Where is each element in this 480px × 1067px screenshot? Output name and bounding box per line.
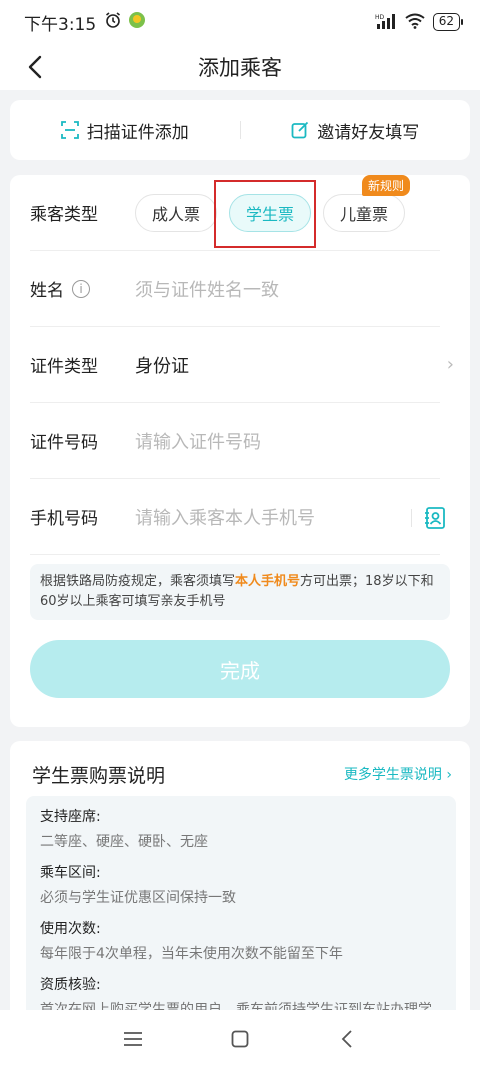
name-label-group: 姓名 i bbox=[30, 276, 135, 301]
scan-id-button[interactable]: 扫描证件添加 bbox=[10, 118, 240, 143]
nav-bar: 添加乘客 bbox=[0, 44, 480, 90]
id-type-value: 身份证 bbox=[135, 355, 189, 377]
status-time: 下午3:15 bbox=[24, 14, 97, 35]
app-notification-icon bbox=[128, 11, 146, 34]
invite-friend-label: 邀请好友填写 bbox=[317, 122, 420, 143]
menu-button[interactable] bbox=[113, 1019, 153, 1059]
contact-book-icon bbox=[425, 507, 445, 529]
id-number-row: 证件号码 请输入证件号码 bbox=[30, 403, 440, 479]
id-type-label: 证件类型 bbox=[30, 357, 98, 377]
annotation-highlight-box bbox=[214, 180, 316, 248]
name-row: 姓名 i 须与证件姓名一致 bbox=[30, 251, 440, 327]
more-link-label: 更多学生票说明 bbox=[343, 767, 442, 783]
page-title: 添加乘客 bbox=[198, 56, 282, 80]
id-type-row[interactable]: 证件类型 身份证 › bbox=[30, 327, 454, 403]
status-bar: 下午3:15 HD 62 bbox=[0, 0, 480, 44]
id-number-label: 证件号码 bbox=[30, 433, 98, 453]
rule-item: 乘车区间: 必须与学生证优惠区间保持一致 bbox=[40, 860, 442, 910]
submit-button[interactable]: 完成 bbox=[30, 640, 450, 698]
new-rule-badge: 新规则 bbox=[362, 174, 411, 196]
phone-notice: 根据铁路局防疫规定，乘客须填写本人手机号方可出票；18岁以下和60岁以上乘客可填… bbox=[30, 564, 450, 620]
rule-title: 支持座席: bbox=[40, 809, 101, 825]
rule-item: 支持座席: 二等座、硬座、硬卧、无座 bbox=[40, 804, 442, 854]
more-student-info-link[interactable]: 更多学生票说明 › bbox=[344, 764, 452, 784]
home-square-icon bbox=[231, 1030, 249, 1047]
quick-actions-card: 扫描证件添加 邀请好友填写 bbox=[10, 100, 470, 160]
phone-row: 手机号码 请输入乘客本人手机号 bbox=[30, 479, 445, 555]
menu-icon bbox=[124, 1031, 143, 1046]
system-nav-bar bbox=[0, 1010, 480, 1067]
phone-input[interactable]: 请输入乘客本人手机号 bbox=[135, 504, 315, 530]
ticket-type-label: 成人票 bbox=[152, 204, 201, 224]
scan-icon bbox=[60, 121, 79, 139]
phone-label: 手机号码 bbox=[30, 509, 98, 529]
back-button[interactable] bbox=[20, 50, 50, 84]
ticket-type-adult[interactable]: 成人票 bbox=[135, 193, 218, 232]
ticket-type-label: 儿童票 bbox=[340, 204, 389, 224]
notice-text: 根据铁路局防疫规定，乘客须填写 bbox=[40, 574, 236, 589]
divider bbox=[411, 509, 412, 527]
student-ticket-info-card: 学生票购票说明 更多学生票说明 › 支持座席: 二等座、硬座、硬卧、无座 乘车区… bbox=[10, 741, 470, 1031]
rule-title: 使用次数: bbox=[40, 921, 101, 937]
rule-desc: 二等座、硬座、硬卧、无座 bbox=[40, 834, 208, 850]
name-input[interactable]: 须与证件姓名一致 bbox=[135, 276, 279, 302]
student-ticket-rules: 支持座席: 二等座、硬座、硬卧、无座 乘车区间: 必须与学生证优惠区间保持一致 … bbox=[26, 796, 456, 1031]
section-title: 学生票购票说明 bbox=[32, 765, 166, 787]
wifi-icon bbox=[405, 13, 425, 32]
passenger-type-label: 乘客类型 bbox=[30, 205, 98, 225]
svg-text:HD: HD bbox=[375, 14, 385, 21]
id-number-input[interactable]: 请输入证件号码 bbox=[135, 428, 261, 454]
back-arrow-icon bbox=[341, 1029, 352, 1048]
notice-highlight: 本人手机号 bbox=[235, 574, 301, 589]
info-icon[interactable]: i bbox=[72, 279, 90, 298]
chevron-right-icon: › bbox=[446, 354, 454, 375]
chevron-right-icon: › bbox=[446, 767, 452, 783]
rule-desc: 必须与学生证优惠区间保持一致 bbox=[40, 890, 236, 906]
contacts-button[interactable] bbox=[420, 503, 450, 533]
home-button[interactable] bbox=[220, 1019, 260, 1059]
chevron-left-icon bbox=[28, 55, 42, 79]
scan-id-label: 扫描证件添加 bbox=[86, 122, 189, 143]
edit-share-icon bbox=[291, 121, 309, 139]
name-label: 姓名 bbox=[30, 281, 64, 301]
rule-desc: 每年限于4次单程，当年未使用次数不能留至下年 bbox=[40, 946, 343, 962]
rule-item: 使用次数: 每年限于4次单程，当年未使用次数不能留至下年 bbox=[40, 916, 442, 966]
cell-signal-icon: HD bbox=[375, 13, 397, 32]
rule-title: 资质核验: bbox=[40, 977, 101, 993]
invite-friend-button[interactable]: 邀请好友填写 bbox=[241, 118, 471, 143]
passenger-form-card: 乘客类型 成人票 学生票 儿童票 新规则 姓名 i 须与证件姓名一致 证件类型 … bbox=[10, 174, 470, 727]
system-back-button[interactable] bbox=[327, 1019, 367, 1059]
alarm-icon bbox=[104, 11, 122, 34]
battery-indicator: 62 bbox=[432, 13, 464, 31]
rule-title: 乘车区间: bbox=[40, 865, 101, 881]
ticket-type-child[interactable]: 儿童票 新规则 bbox=[323, 174, 411, 232]
